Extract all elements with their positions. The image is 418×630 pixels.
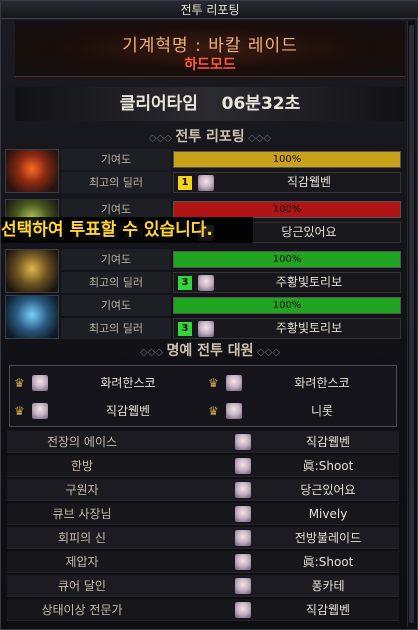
award-row[interactable]: 제압자 眞:Shoot xyxy=(7,551,399,573)
avatar xyxy=(198,321,214,337)
award-title: 한방 xyxy=(70,459,94,473)
top-dealer-label: 최고의 딜러 xyxy=(61,272,171,293)
battle-report-section-title: ◇◇◇ 전투 리포팅 ◇◇◇ xyxy=(148,129,272,145)
avatar xyxy=(32,375,48,391)
flame-boss-icon xyxy=(5,149,59,193)
party-report-row[interactable]: 기여도 최고의 딜러 100% 3 주황빛토리보 xyxy=(5,295,401,341)
medal-icon: ♛ xyxy=(14,376,25,390)
party-report-row[interactable]: 기여도 최고의 딜러 100% 3 주황빛토리보 xyxy=(5,249,401,295)
raid-header: 기계혁명 : 바칼 레이드 하드모드 xyxy=(15,21,405,77)
contribution-value: 100% xyxy=(272,254,302,265)
avatar xyxy=(198,275,214,291)
honor-member[interactable]: ♛ 화려한스코 xyxy=(204,370,396,396)
honor-member[interactable]: ♛ 직감웹벤 xyxy=(10,398,202,424)
award-row[interactable]: 큐어 달인 퐁카테 xyxy=(7,575,399,597)
avatar xyxy=(226,375,242,391)
rank-badge: 1 xyxy=(178,176,192,190)
award-row[interactable]: 상태이상 전문가 직감웹벤 xyxy=(7,599,399,621)
avatar xyxy=(235,506,251,522)
award-recipient: 眞:Shoot xyxy=(302,555,354,569)
avatar xyxy=(235,482,251,498)
contribution-bar: 100% xyxy=(173,151,401,168)
award-title: 큐브 사장님 xyxy=(52,507,112,521)
top-dealer[interactable]: 1 직감웹벤 xyxy=(173,172,401,193)
contribution-label: 기여도 xyxy=(61,149,171,170)
honor-member[interactable]: ♛ 화려한스코 xyxy=(10,370,202,396)
rank-badge: 3 xyxy=(178,276,192,290)
avatar xyxy=(235,578,251,594)
medal-icon: ♛ xyxy=(208,376,219,390)
avatar xyxy=(235,554,251,570)
clear-time: 클리어타임 06분32초 xyxy=(15,87,405,121)
contribution-bar: 100% xyxy=(173,251,401,268)
contribution-label: 기여도 xyxy=(61,249,171,270)
avatar xyxy=(32,403,48,419)
award-recipient: 퐁카테 xyxy=(311,579,345,593)
vote-hint-overlay: 선택하여 투표할 수 있습니다. xyxy=(1,217,253,243)
award-title: 구원자 xyxy=(65,483,99,497)
contribution-value: 100% xyxy=(272,204,302,215)
top-dealer-label: 최고의 딜러 xyxy=(61,172,171,193)
award-row[interactable]: 한방 眞:Shoot xyxy=(7,455,399,477)
contribution-bar: 100% xyxy=(173,297,401,314)
medal-icon: ♛ xyxy=(208,404,219,418)
honor-section-title: ◇◇◇ 명예 전투 대원 ◇◇◇ xyxy=(139,343,281,359)
award-recipient: 직감웹벤 xyxy=(305,603,351,617)
top-dealer[interactable]: 3 주황빛토리보 xyxy=(173,272,401,293)
award-row[interactable]: 구원자 당근있어요 xyxy=(7,479,399,501)
avatar xyxy=(235,458,251,474)
contribution-bar: 100% xyxy=(173,201,401,218)
award-recipient: 직감웹벤 xyxy=(305,435,351,449)
top-dealer-name: 주황빛토리보 xyxy=(275,275,343,289)
avatar xyxy=(198,175,214,191)
top-dealer-label: 최고의 딜러 xyxy=(61,318,171,339)
clear-time-value: 06분32초 xyxy=(221,94,301,114)
gold-boss-icon xyxy=(5,249,59,293)
contribution-value: 100% xyxy=(272,300,302,311)
scrollbar[interactable] xyxy=(407,21,415,627)
award-recipient: Mively xyxy=(308,507,348,521)
contribution-label: 기여도 xyxy=(61,295,171,316)
window-title: 전투 리포팅 xyxy=(1,1,418,19)
award-recipient: 전방불레이드 xyxy=(294,531,362,545)
top-dealer[interactable]: 3 주황빛토리보 xyxy=(173,318,401,339)
award-row[interactable]: 전장의 에이스 직감웹벤 xyxy=(7,431,399,453)
award-title: 전장의 에이스 xyxy=(46,435,118,449)
raid-title: 기계혁명 : 바칼 레이드 xyxy=(122,36,298,56)
battle-report-window: 전투 리포팅 기계혁명 : 바칼 레이드 하드모드 클리어타임 06분32초 ◇… xyxy=(0,0,418,630)
difficulty-label: 하드모드 xyxy=(184,57,236,73)
contribution-value: 100% xyxy=(272,154,302,165)
award-row[interactable]: 회피의 신 전방불레이드 xyxy=(7,527,399,549)
medal-icon: ♛ xyxy=(14,404,25,418)
honor-members-box: ♛ 화려한스코 ♛ 화려한스코 ♛ 직감웹벤 ♛ 니롯 xyxy=(9,365,397,427)
avatar xyxy=(235,434,251,450)
rank-badge: 3 xyxy=(178,322,192,336)
top-dealer-name: 직감웹벤 xyxy=(286,175,332,189)
award-recipient: 眞:Shoot xyxy=(302,459,354,473)
avatar xyxy=(235,530,251,546)
award-title: 제압자 xyxy=(65,555,99,569)
scrollbar-thumb[interactable] xyxy=(409,25,414,623)
party-report-row[interactable]: 기여도 최고의 딜러 100% 1 직감웹벤 xyxy=(5,149,401,195)
award-title: 큐어 달인 xyxy=(58,579,106,593)
honor-member[interactable]: ♛ 니롯 xyxy=(204,398,396,424)
award-row[interactable]: 큐브 사장님 Mively xyxy=(7,503,399,525)
clear-time-label: 클리어타임 xyxy=(119,94,198,114)
award-recipient: 당근있어요 xyxy=(300,483,356,497)
ice-boss-icon xyxy=(5,295,59,339)
avatar xyxy=(226,403,242,419)
award-title: 상태이상 전문가 xyxy=(41,603,123,617)
avatar xyxy=(235,602,251,618)
award-title: 회피의 신 xyxy=(58,531,106,545)
top-dealer-name: 주황빛토리보 xyxy=(275,321,343,335)
